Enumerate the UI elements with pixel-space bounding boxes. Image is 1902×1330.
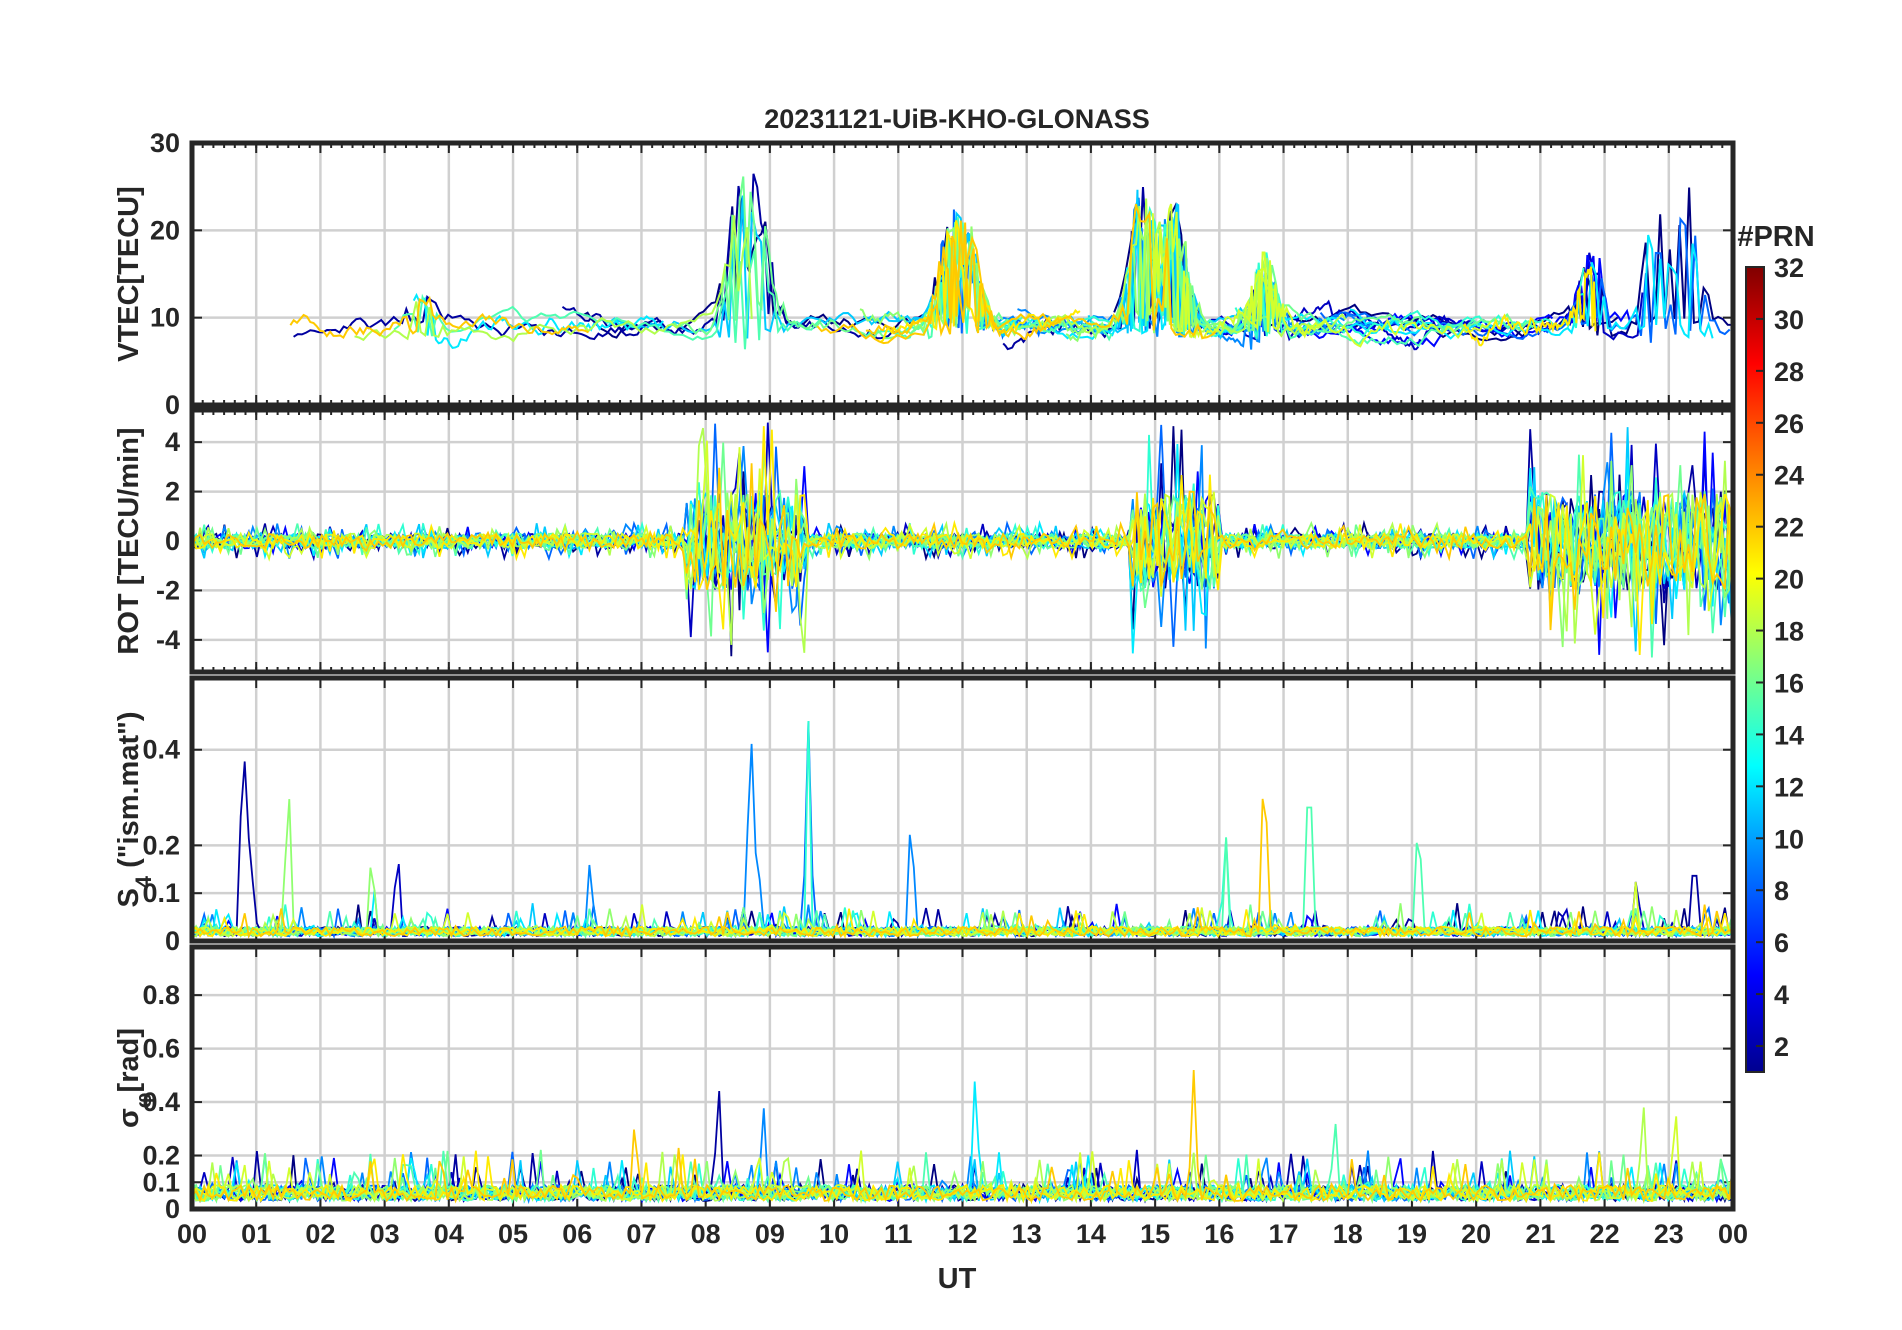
y-tick-label: 0 [165, 926, 180, 956]
colorbar-tick-label: 28 [1774, 357, 1804, 387]
x-tick-label: 21 [1525, 1219, 1555, 1249]
y-axis-label: VTEC[TECU] [113, 186, 145, 362]
y-tick-label: -2 [156, 575, 180, 605]
x-tick-label: 16 [1204, 1219, 1234, 1249]
colorbar-tick-label: 20 [1774, 565, 1804, 595]
colorbar-tick-label: 16 [1774, 668, 1804, 698]
colorbar-title: #PRN [1737, 221, 1814, 253]
panel-s4: 00.10.20.4S4 ("ism.mat") [113, 675, 1736, 956]
colorbar-tick-label: 8 [1774, 876, 1789, 906]
colorbar-tick-label: 4 [1774, 980, 1789, 1010]
colorbar-tick-label: 2 [1774, 1032, 1789, 1062]
y-tick-label: 30 [150, 128, 180, 158]
vtec-series-prn-15 [1144, 232, 1530, 348]
x-tick-label: 02 [305, 1219, 335, 1249]
colorbar: #PRN 2468101214161820222426283032 [1737, 221, 1815, 1073]
colorbar-scale [1745, 266, 1765, 1073]
colorbar-tick-label: 22 [1774, 513, 1804, 543]
x-tick-label: 11 [884, 1219, 913, 1249]
colorbar-tick-label: 32 [1774, 253, 1804, 283]
x-tick-labels: 00 01 02 03 04 05 06 07 08 09 10 11 12 13 14 15 16 17 18 19… [177, 1219, 1748, 1249]
x-tick-label: 04 [434, 1219, 464, 1249]
x-tick-label: 15 [1140, 1219, 1170, 1249]
colorbar-tick-label: 18 [1774, 617, 1804, 647]
y-tick-label: 0.6 [142, 1034, 180, 1064]
x-tick-label: 20 [1461, 1219, 1491, 1249]
x-tick-label: 03 [370, 1219, 400, 1249]
y-tick-label: 20 [150, 215, 180, 245]
x-tick-label: 18 [1333, 1219, 1363, 1249]
colorbar-tick-label: 24 [1774, 461, 1804, 491]
x-tick-label: 22 [1590, 1219, 1620, 1249]
y-tick-label: -4 [156, 625, 180, 655]
colorbar-tick-label: 12 [1774, 772, 1804, 802]
x-tick-label: 06 [562, 1219, 592, 1249]
panel-rot: -4 -2 0 2 4 ROT [TECU/min] [113, 407, 1736, 675]
x-tick-label: 17 [1269, 1219, 1299, 1249]
chart-title: 20231121-UiB-KHO-GLONASS [764, 104, 1150, 134]
x-axis-label: UT [938, 1263, 977, 1295]
colorbar-tick-label: 6 [1774, 928, 1789, 958]
x-tick-label: 01 [241, 1219, 271, 1249]
y-tick-label: 0 [165, 390, 180, 420]
y-tick-label: 10 [150, 303, 180, 333]
x-tick-label: 09 [755, 1219, 785, 1249]
y-tick-label: 0 [165, 526, 180, 556]
x-tick-label: 08 [691, 1219, 721, 1249]
y-tick-label: 2 [165, 477, 180, 507]
y-tick-label: 0.8 [142, 980, 180, 1010]
panel-vtec: 0 10 20 30VTEC[TECU] [113, 128, 1736, 420]
colorbar-tick-label: 14 [1774, 720, 1804, 750]
x-tick-label: 07 [626, 1219, 656, 1249]
x-tick-label: 13 [1012, 1219, 1042, 1249]
x-tick-label: 19 [1397, 1219, 1427, 1249]
panel-sigma_phi: 00.10.20.40.60.8σφ[rad] [113, 944, 1736, 1224]
colorbar-tick-label: 26 [1774, 409, 1804, 439]
x-tick-label: 23 [1654, 1219, 1684, 1249]
x-tick-label: 10 [819, 1219, 849, 1249]
panels: 0102030VTEC[TECU]-4-2024ROT [TECU/min]00… [113, 128, 1736, 1224]
colorbar-tick-label: 10 [1774, 824, 1804, 854]
x-tick-label: 14 [1076, 1219, 1106, 1249]
y-tick-label: 0.2 [142, 830, 180, 860]
y-tick-label: 4 [165, 427, 180, 457]
series-group [289, 173, 1733, 351]
y-tick-label: 0.4 [142, 735, 180, 765]
x-tick-label: 00 [177, 1219, 207, 1249]
y-tick-label: 0.2 [142, 1141, 180, 1171]
y-tick-label: 0.1 [142, 1167, 180, 1197]
x-tick-label: 00 [1718, 1219, 1748, 1249]
y-axis-label: ROT [TECU/min] [113, 427, 145, 654]
x-tick-label: 05 [498, 1219, 528, 1249]
figure: 20231121-UiB-KHO-GLONASS 0102030VTEC[TEC… [113, 104, 1815, 1295]
x-tick-label: 12 [947, 1219, 977, 1249]
colorbar-tick-label: 30 [1774, 305, 1804, 335]
